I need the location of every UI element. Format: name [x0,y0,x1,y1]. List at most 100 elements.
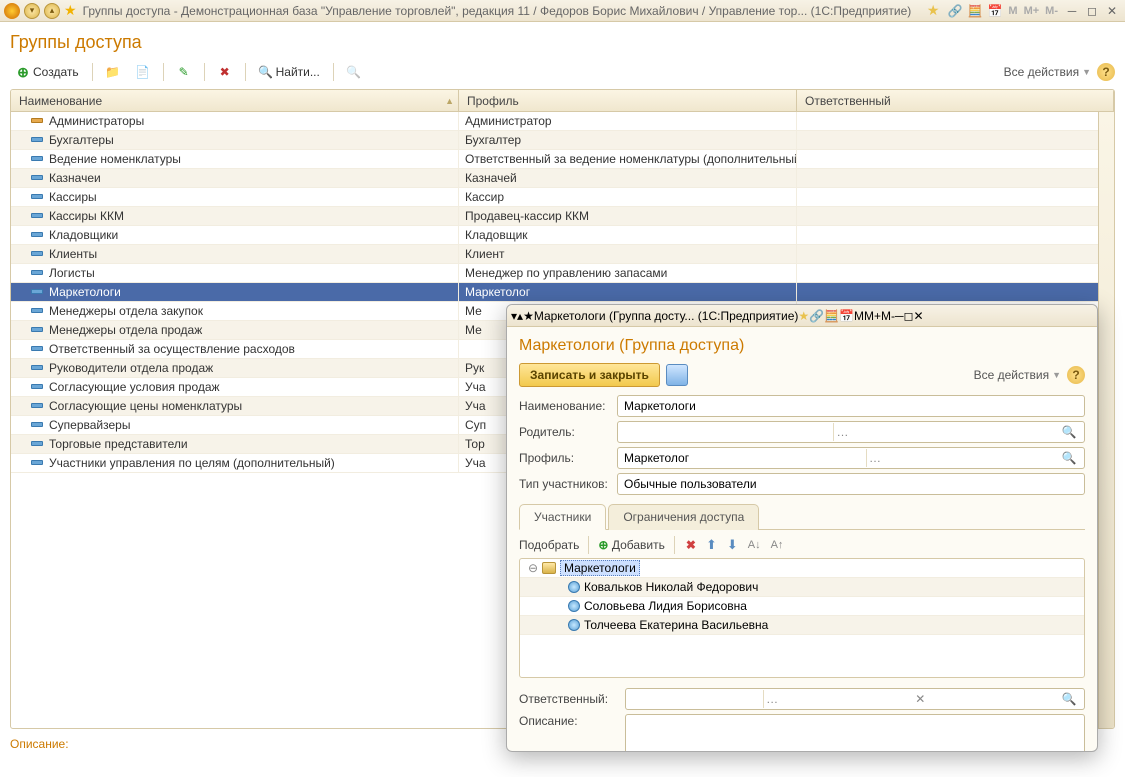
close-button[interactable]: ✕ [914,309,924,323]
all-actions-link[interactable]: Все действия ▼ [974,368,1061,382]
clear-button[interactable]: ✕ [911,690,929,708]
open-button[interactable]: 🔍 [1060,423,1078,441]
table-row[interactable]: КассирыКассир [11,188,1114,207]
name-input[interactable]: Маркетологи [617,395,1085,417]
table-row[interactable]: ЛогистыМенеджер по управлению запасами [11,264,1114,283]
pick-button[interactable]: Подобрать [519,538,579,552]
maximize-button[interactable]: ◻ [904,309,914,323]
open-button[interactable]: 🔍 [1060,690,1078,708]
cell-name: Руководители отдела продаж [11,359,459,377]
new-folder-button[interactable]: 📁 [100,61,126,83]
main-toolbar: ⊕Создать 📁 📄 ✎ ✖ 🔍Найти... 🔍 Все действи… [10,61,1115,83]
members-tree[interactable]: ⊖Маркетологи Ковальков Николай Федорович… [519,558,1085,678]
m-minus-button[interactable]: M- [881,309,895,323]
column-profile[interactable]: Профиль [459,90,797,111]
edit-button[interactable]: ✎ [171,61,197,83]
nav-down-button[interactable]: ▾ [24,3,40,19]
table-row[interactable]: Кассиры ККМПродавец-кассир ККМ [11,207,1114,226]
collapse-icon[interactable]: ⊖ [528,561,538,575]
move-up-button[interactable]: ⬆ [704,537,719,553]
group-icon [542,562,556,574]
m-button[interactable]: M [854,309,864,323]
open-button[interactable]: 🔍 [1060,449,1078,467]
name-label: Наименование: [519,399,611,413]
calendar-icon[interactable]: 📅 [839,309,854,323]
parent-input[interactable]: …🔍 [617,421,1085,443]
cell-profile: Ответственный за ведение номенклатуры (д… [459,150,797,168]
responsible-input[interactable]: … ✕ 🔍 [625,688,1085,710]
create-button[interactable]: ⊕Создать [10,61,85,83]
vertical-scrollbar[interactable] [1098,112,1114,728]
member-type-input[interactable]: Обычные пользователи [617,473,1085,495]
save-close-button[interactable]: Записать и закрыть [519,363,660,387]
description-input[interactable] [625,714,1085,751]
favorite-icon[interactable]: ★ [64,2,77,19]
close-button[interactable]: ✕ [1103,4,1121,18]
table-row[interactable]: Ведение номенклатурыОтветственный за вед… [11,150,1114,169]
minimize-button[interactable]: ─ [895,309,904,323]
cell-responsible [797,112,1114,130]
calc-icon[interactable]: 🧮 [967,3,983,19]
tree-item[interactable]: Ковальков Николай Федорович [520,578,1084,597]
m-button[interactable]: M [1005,5,1020,17]
sort-desc-button[interactable]: A↑ [769,539,786,551]
sort-asc-button[interactable]: A↓ [746,539,763,551]
links-icon[interactable]: 🔗 [947,3,963,19]
search-icon: 🔍 [259,65,273,79]
calc-icon[interactable]: 🧮 [824,309,839,323]
help-button[interactable]: ? [1097,63,1115,81]
maximize-button[interactable]: ◻ [1083,4,1101,18]
find-button[interactable]: 🔍Найти... [253,61,326,83]
table-row[interactable]: МаркетологиМаркетолог [11,283,1114,302]
parent-label: Родитель: [519,425,611,439]
select-button[interactable]: … [833,423,851,441]
plus-icon: ⊕ [16,65,30,79]
favorite2-icon[interactable]: ★ [927,2,940,19]
m-plus-button[interactable]: M+ [864,309,881,323]
tree-item[interactable]: Соловьева Лидия Борисовна [520,597,1084,616]
copy-icon: 📄 [136,65,150,79]
copy-button[interactable]: 📄 [130,61,156,83]
nav-up-button[interactable]: ▴ [44,3,60,19]
add-button[interactable]: ⊕ Добавить [598,538,664,552]
favorite-icon[interactable]: ★ [523,309,534,323]
cell-name: Согласующие цены номенклатуры [11,397,459,415]
select-button[interactable]: … [763,690,781,708]
table-row[interactable]: АдминистраторыАдминистратор [11,112,1114,131]
pencil-icon: ✎ [177,65,191,79]
cell-responsible [797,226,1114,244]
delete-button[interactable]: ✖ [212,61,238,83]
tab-restrictions[interactable]: Ограничения доступа [608,504,759,530]
chevron-down-icon: ▼ [1052,370,1061,380]
save-button[interactable] [666,364,688,386]
links-icon[interactable]: 🔗 [809,309,824,323]
favorite2-icon[interactable]: ★ [798,309,809,323]
table-header: Наименование▲ Профиль Ответственный [11,90,1114,112]
help-button[interactable]: ? [1067,366,1085,384]
all-actions-link[interactable]: Все действия ▼ [1004,65,1091,79]
cell-responsible [797,283,1114,301]
remove-button[interactable]: ✖ [684,538,698,552]
select-button[interactable]: … [866,449,884,467]
table-row[interactable]: КлиентыКлиент [11,245,1114,264]
tree-root[interactable]: ⊖Маркетологи [520,559,1084,578]
tab-members[interactable]: Участники [519,504,606,530]
move-down-button[interactable]: ⬇ [725,537,740,553]
m-plus-button[interactable]: M+ [1021,5,1043,17]
table-row[interactable]: БухгалтерыБухгалтер [11,131,1114,150]
separator [333,63,334,81]
calendar-icon[interactable]: 📅 [987,3,1003,19]
column-name[interactable]: Наименование▲ [11,90,459,111]
table-row[interactable]: КазначеиКазначей [11,169,1114,188]
column-responsible[interactable]: Ответственный [797,90,1114,111]
profile-input[interactable]: Маркетолог…🔍 [617,447,1085,469]
cell-profile: Казначей [459,169,797,187]
profile-label: Профиль: [519,451,611,465]
tree-item[interactable]: Толчеева Екатерина Васильевна [520,616,1084,635]
minimize-button[interactable]: ─ [1063,4,1081,18]
cell-name: Бухгалтеры [11,131,459,149]
table-row[interactable]: КладовщикиКладовщик [11,226,1114,245]
description-label: Описание: [519,714,619,728]
m-minus-button[interactable]: M- [1042,5,1061,17]
clear-find-button[interactable]: 🔍 [341,61,367,83]
